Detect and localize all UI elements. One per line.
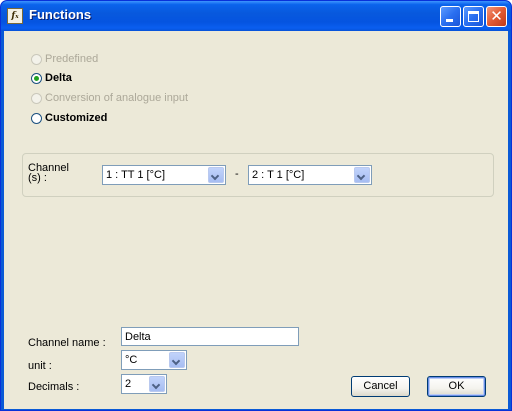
channel-label-line2: (s) : [28,172,47,184]
channel-group: Channel (s) : 1 : TT 1 [°C] - 2 : T 1 [°… [22,153,494,197]
radio-customized[interactable]: Customized [31,111,107,125]
chevron-down-icon[interactable] [354,167,370,183]
second-channel-value: 2 : T 1 [°C] [252,169,305,181]
title-bar[interactable]: fₓ Functions ✕ [1,1,511,31]
window-title: Functions [29,7,92,22]
radio-circle [31,53,42,65]
radio-delta[interactable]: Delta [31,71,72,85]
radio-circle [31,112,42,124]
ok-button[interactable]: OK [427,376,486,397]
decimals-select[interactable]: 2 [121,374,167,394]
functions-dialog: fₓ Functions ✕ Predefined Delta Conversi… [0,0,512,411]
minimize-button[interactable] [440,6,461,27]
maximize-icon [468,11,479,22]
dialog-body: Predefined Delta Conversion of analogue … [4,31,508,409]
unit-value: °C [125,354,138,366]
radio-predefined[interactable]: Predefined [31,52,98,66]
channel-name-label: Channel name : [28,337,106,349]
radio-circle [31,92,42,104]
maximize-button[interactable] [463,6,484,27]
radio-label: Conversion of analogue input [45,92,189,104]
chevron-down-icon[interactable] [149,376,165,392]
cancel-button[interactable]: Cancel [351,376,410,397]
unit-select[interactable]: °C [121,350,187,370]
channel-name-value: Delta [125,331,151,343]
chevron-down-icon[interactable] [208,167,224,183]
decimals-value: 2 [125,378,132,390]
minimize-icon [446,19,453,22]
chevron-down-icon[interactable] [169,352,185,368]
decimals-label: Decimals : [28,381,80,393]
channel-label: Channel (s) : [28,163,69,184]
unit-label: unit : [28,360,52,372]
radio-conversion-of-analogue-input[interactable]: Conversion of analogue input [31,91,188,105]
first-channel-select[interactable]: 1 : TT 1 [°C] [102,165,226,185]
close-button[interactable]: ✕ [486,6,507,27]
radio-circle [31,72,42,84]
first-channel-value: 1 : TT 1 [°C] [106,169,166,181]
close-icon: ✕ [490,7,503,25]
channel-separator: - [235,168,239,180]
second-channel-select[interactable]: 2 : T 1 [°C] [248,165,372,185]
radio-label: Predefined [45,53,99,65]
function-icon: fₓ [7,8,23,24]
channel-name-input[interactable]: Delta [121,327,299,346]
radio-label: Customized [45,112,108,124]
radio-label: Delta [45,72,72,84]
